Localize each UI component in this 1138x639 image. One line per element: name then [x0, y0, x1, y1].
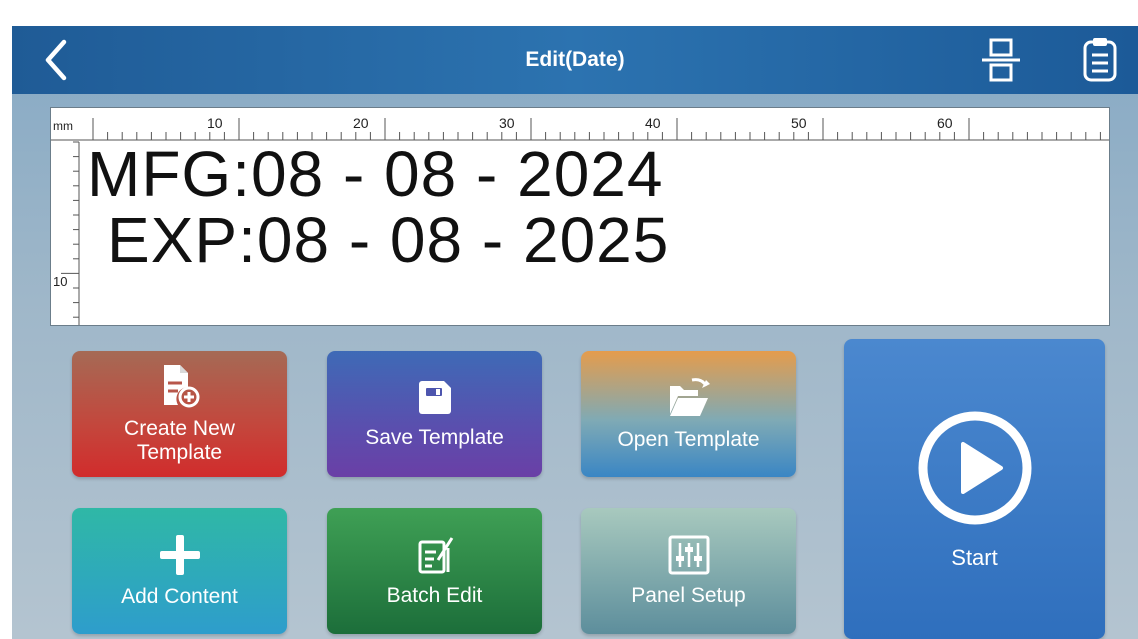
batch-edit-label: Batch Edit	[386, 584, 483, 607]
start-label: Start	[951, 545, 998, 570]
ruler-label-60: 60	[937, 115, 953, 131]
sliders-icon	[668, 535, 709, 575]
plus-icon	[159, 535, 200, 575]
layout-toggle-button[interactable]	[976, 36, 1026, 84]
floppy-disk-icon	[418, 381, 451, 414]
app-screen: Edit(Date) 10 mm 10 20 30 40 50 60 MFG:0…	[12, 26, 1138, 639]
ruler-label-50: 50	[791, 115, 807, 131]
open-template-label: Open Template	[617, 428, 760, 451]
open-folder-icon	[669, 378, 710, 416]
print-preview-canvas[interactable]: 10 mm 10 20 30 40 50 60 MFG:08 - 08 - 20…	[50, 107, 1110, 326]
panel-setup-button[interactable]: Panel Setup	[581, 508, 796, 634]
left-ruler-label: 10	[53, 274, 67, 289]
batch-edit-icon	[418, 537, 453, 574]
play-icon	[918, 411, 1031, 525]
top-ruler: mm 10 20 30 40 50 60	[51, 108, 1109, 141]
open-template-button[interactable]: Open Template	[581, 351, 796, 477]
clipboard-list-icon	[1083, 38, 1117, 82]
add-content-button[interactable]: Add Content	[72, 508, 287, 634]
batch-edit-button[interactable]: Batch Edit	[327, 508, 542, 634]
layout-toggle-icon	[982, 38, 1020, 82]
ruler-label-10: 10	[207, 115, 223, 131]
print-line-mfg[interactable]: MFG:08 - 08 - 2024	[87, 142, 663, 206]
save-template-button[interactable]: Save Template	[327, 351, 542, 477]
create-new-template-label: Create New Template	[124, 417, 235, 464]
panel-setup-label: Panel Setup	[631, 584, 746, 607]
print-line-exp[interactable]: EXP:08 - 08 - 2025	[107, 208, 669, 272]
save-template-label: Save Template	[365, 426, 504, 449]
top-bar: Edit(Date)	[12, 26, 1138, 94]
ruler-label-40: 40	[645, 115, 661, 131]
create-new-template-button[interactable]: Create New Template	[72, 351, 287, 477]
start-button[interactable]: Start	[844, 339, 1105, 639]
ruler-label-30: 30	[499, 115, 515, 131]
new-file-icon	[163, 365, 199, 408]
ruler-label-20: 20	[353, 115, 369, 131]
add-content-label: Add Content	[121, 585, 238, 608]
template-list-button[interactable]	[1078, 36, 1122, 84]
ruler-unit-label: mm	[53, 119, 73, 133]
page-title: Edit(Date)	[525, 48, 625, 71]
